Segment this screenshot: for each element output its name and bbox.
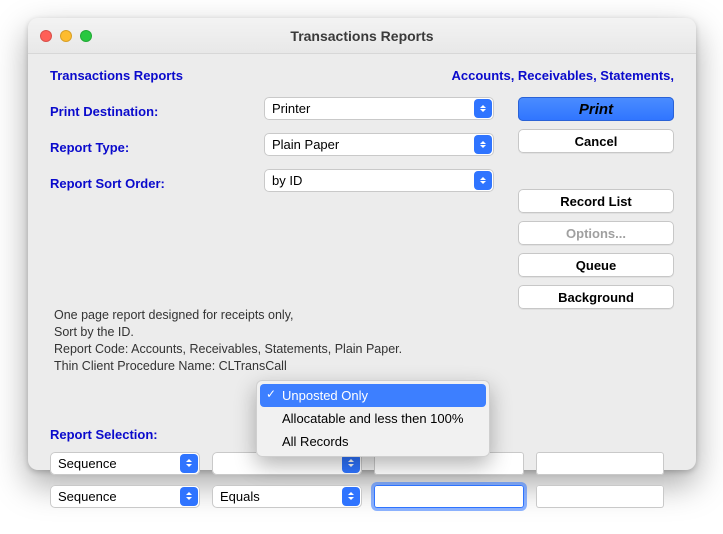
chevron-updown-icon [180,487,198,506]
desc-line: Thin Client Procedure Name: CLTransCall [54,358,494,375]
select-value: Printer [272,101,310,116]
select-value: Equals [220,489,260,504]
menu-item-all-records[interactable]: All Records [260,430,486,453]
select-value: Sequence [58,489,117,504]
filter-row-2: Sequence Equals [50,485,674,508]
chevron-updown-icon [474,171,492,190]
form-grid: Print Destination: Report Type: Report S… [50,97,674,381]
dialog-window: Transactions Reports Transactions Report… [28,18,696,470]
label-report-type: Report Type: [50,133,250,161]
select-value: Sequence [58,456,117,471]
options-button[interactable]: Options... [518,221,674,245]
desc-line: Report Code: Accounts, Receivables, Stat… [54,341,494,358]
window-title: Transactions Reports [28,28,696,44]
background-button[interactable]: Background [518,285,674,309]
chevron-updown-icon [474,135,492,154]
queue-button[interactable]: Queue [518,253,674,277]
select-operator-2[interactable]: Equals [212,485,362,508]
label-print-destination: Print Destination: [50,97,250,125]
select-field-1[interactable]: Sequence [50,452,200,475]
select-sort-order[interactable]: by ID [264,169,494,192]
side-buttons: Print Cancel Record List Options... Queu… [508,97,674,309]
chevron-updown-icon [474,99,492,118]
content: Transactions Reports Accounts, Receivabl… [28,54,696,534]
menu-item-allocatable[interactable]: Allocatable and less then 100% [260,407,486,430]
label-sort-order: Report Sort Order: [50,169,250,197]
header-row: Transactions Reports Accounts, Receivabl… [50,68,674,83]
report-description: One page report designed for receipts on… [50,307,494,375]
desc-line: Sort by the ID. [54,324,494,341]
filter-value-2a[interactable] [374,485,524,508]
print-button[interactable]: Print [518,97,674,121]
header-left: Transactions Reports [50,68,183,83]
desc-line: One page report designed for receipts on… [54,307,494,324]
chevron-updown-icon [180,454,198,473]
select-field-2[interactable]: Sequence [50,485,200,508]
select-print-destination[interactable]: Printer [264,97,494,120]
select-value: by ID [272,173,302,188]
report-selection-menu[interactable]: Unposted Only Allocatable and less then … [256,380,490,457]
filter-value-1b[interactable] [536,452,664,475]
menu-item-unposted-only[interactable]: Unposted Only [260,384,486,407]
header-right: Accounts, Receivables, Statements, [451,68,674,83]
chevron-updown-icon [342,487,360,506]
record-list-button[interactable]: Record List [518,189,674,213]
select-report-type[interactable]: Plain Paper [264,133,494,156]
filter-value-2b[interactable] [536,485,664,508]
cancel-button[interactable]: Cancel [518,129,674,153]
select-value: Plain Paper [272,137,339,152]
titlebar: Transactions Reports [28,18,696,54]
